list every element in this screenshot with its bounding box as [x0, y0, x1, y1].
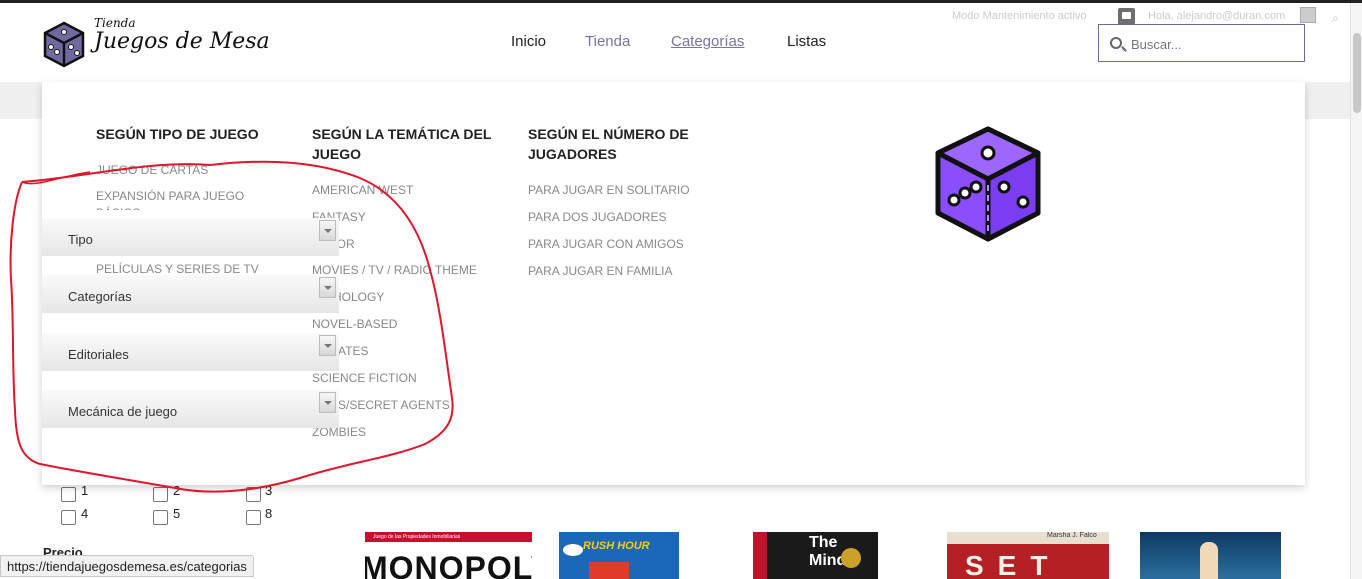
players-checkbox-2[interactable]	[153, 487, 168, 502]
menu-link-expansion[interactable]: EXPANSIÓN PARA JUEGO BÁSICO	[96, 188, 266, 210]
site-logo[interactable]: Tienda Juegos de Mesa	[42, 16, 270, 70]
product-card-fifth[interactable]	[1140, 532, 1281, 579]
menu-link-con-amigos[interactable]: PARA JUGAR CON AMIGOS	[528, 237, 684, 251]
menu-link-en-familia[interactable]: PARA JUGAR EN FAMILIA	[528, 264, 672, 278]
players-label-5: 5	[173, 506, 181, 521]
filter-dropdown-mecanica[interactable]: Mecánica de juego	[42, 390, 339, 428]
logo-dice-icon	[43, 21, 85, 68]
filter-dropdown-editoriales[interactable]: Editoriales	[42, 333, 339, 371]
menu-column-title-tematica: SEGÚN LA TEMÁTICA DEL JUEGO	[312, 126, 492, 162]
dice-illustration-icon	[935, 126, 1041, 242]
menu-link-peliculas-series[interactable]: PELÍCULAS Y SERIES DE TV	[96, 262, 259, 276]
product-author: Marsha J. Falco	[1047, 532, 1097, 539]
product-box-art	[1200, 542, 1218, 579]
filter-label-mecanica: Mecánica de juego	[68, 404, 178, 419]
admin-search-icon[interactable]: ⌕	[1332, 11, 1339, 26]
user-greeting[interactable]: Hola, alejandro@duran.com	[1148, 10, 1285, 22]
menu-link-spies-secret-agents[interactable]: S/SECRET AGENTS	[338, 398, 450, 412]
product-card-monopoly[interactable]: Juego de las Propiedades Inmobiliarias M…	[365, 532, 532, 579]
logo-text-main: Juegos de Mesa	[94, 29, 270, 54]
search-input[interactable]	[1131, 34, 1296, 54]
players-label-4: 4	[81, 506, 89, 521]
menu-link-juego-de-cartas[interactable]: JUEGO DE CARTAS	[96, 163, 208, 177]
product-box-strip	[753, 532, 767, 579]
menu-link-dos-jugadores[interactable]: PARA DOS JUGADORES	[528, 210, 666, 224]
filter-dropdown-categorias[interactable]: Categorías	[42, 275, 339, 313]
scrollbar-thumb[interactable]	[1353, 33, 1361, 113]
nav-tienda[interactable]: Tienda	[585, 33, 630, 50]
chevron-down-icon[interactable]	[319, 335, 336, 356]
product-box-art	[589, 562, 629, 579]
menu-link-solitario[interactable]: PARA JUGAR EN SOLITARIO	[528, 183, 690, 197]
players-checkbox-1[interactable]	[61, 487, 76, 502]
menu-link-novel-based[interactable]: NOVEL-BASED	[312, 317, 397, 331]
filter-dropdown-tipo[interactable]: Tipo	[42, 218, 339, 256]
search-box[interactable]	[1098, 24, 1305, 62]
players-checkbox-4[interactable]	[61, 510, 76, 525]
scrollbar[interactable]	[1350, 3, 1362, 579]
logo-text-small: Tienda	[94, 16, 136, 30]
status-bar-url: https://tiendajuegosdemesa.es/categorias	[0, 555, 254, 577]
product-card-rush-hour[interactable]: RUSH HOUR	[559, 532, 679, 579]
players-checkbox-8[interactable]	[246, 510, 261, 525]
menu-link-science-fiction[interactable]: SCIENCE FICTION	[312, 371, 417, 385]
nav-inicio[interactable]: Inicio	[511, 33, 546, 50]
comment-icon[interactable]	[1118, 8, 1135, 25]
players-checkbox-3[interactable]	[246, 487, 261, 502]
product-card-the-mind[interactable]: The Mind	[753, 532, 878, 579]
filter-label-tipo: Tipo	[68, 232, 93, 247]
menu-column-title-tipo: SEGÚN TIPO DE JUEGO	[96, 126, 259, 142]
players-label-2: 2	[173, 483, 181, 498]
award-badge-icon	[841, 548, 861, 568]
menu-link-american-west[interactable]: AMERICAN WEST	[312, 183, 413, 197]
avatar[interactable]	[1300, 7, 1316, 23]
nav-categorias[interactable]: Categorías	[671, 33, 744, 50]
menu-column-title-jugadores: SEGÚN EL NÚMERO DE JUGADORES	[528, 126, 689, 162]
players-checkbox-5[interactable]	[153, 510, 168, 525]
filter-label-categorias: Categorías	[68, 289, 132, 304]
chevron-down-icon[interactable]	[319, 277, 336, 298]
menu-link-mythology[interactable]: HOLOGY	[333, 290, 384, 304]
players-label-8: 8	[265, 506, 273, 521]
product-subtitle: Juego de las Propiedades Inmobiliarias	[373, 534, 461, 540]
product-box-title: MONOPOLY	[365, 550, 532, 579]
players-label-1: 1	[81, 483, 89, 498]
players-label-3: 3	[265, 483, 273, 498]
search-icon	[1110, 37, 1122, 49]
product-box-title: RUSH HOUR	[583, 540, 650, 552]
menu-link-pirates[interactable]: ATES	[338, 344, 368, 358]
site-header: Tienda Juegos de Mesa Inicio Tienda Cate…	[0, 3, 1350, 82]
chevron-down-icon[interactable]	[319, 392, 336, 413]
maintenance-mode-text[interactable]: Modo Mantenimiento activo	[952, 10, 1087, 22]
chevron-down-icon[interactable]	[319, 220, 336, 241]
filter-label-editoriales: Editoriales	[68, 347, 129, 362]
product-card-set[interactable]: Marsha J. Falco SET	[947, 532, 1109, 579]
nav-listas[interactable]: Listas	[787, 33, 826, 50]
brand-logo	[563, 544, 583, 556]
product-box-title: SET	[965, 550, 1062, 579]
